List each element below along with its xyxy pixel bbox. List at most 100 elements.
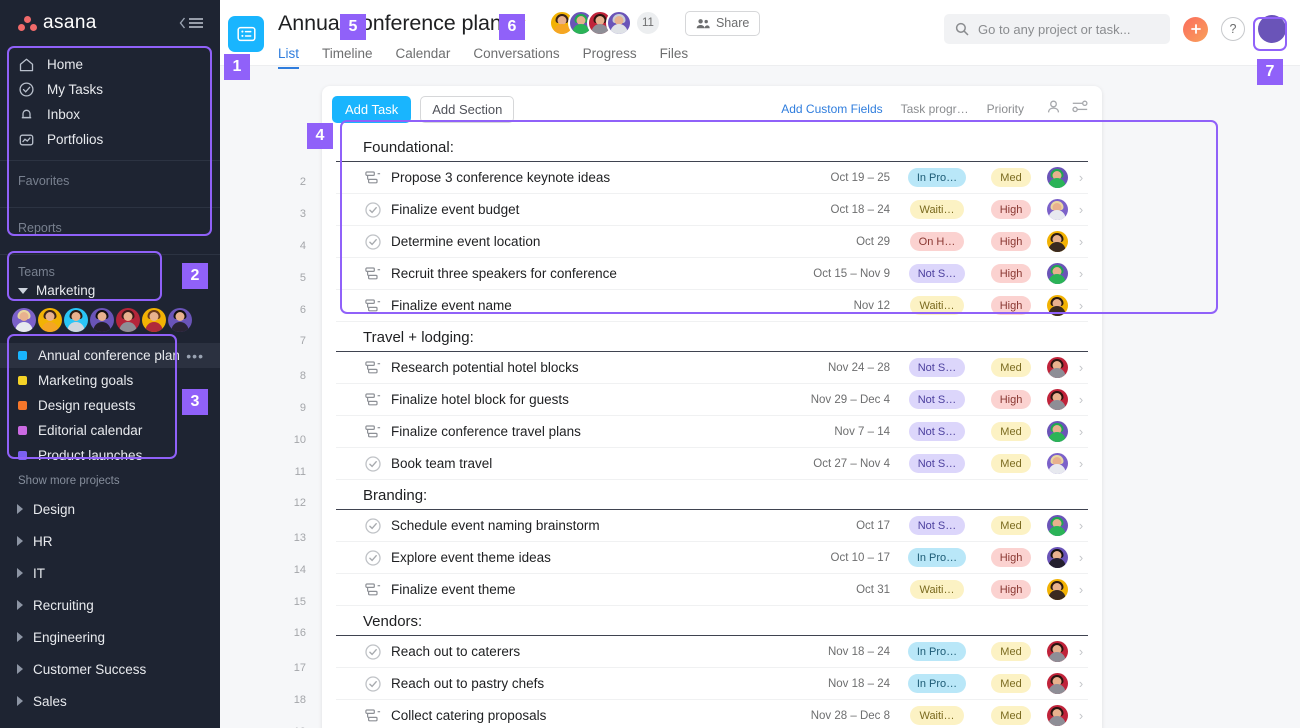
avatar[interactable] xyxy=(1046,421,1068,442)
section-header[interactable]: Foundational: xyxy=(336,132,1088,162)
task-due-date[interactable]: Nov 29 – Dec 4 xyxy=(811,394,890,406)
add-task-button[interactable]: Add Task xyxy=(332,95,412,123)
task-priority-cell[interactable]: Med xyxy=(982,516,1040,535)
task-status-cell[interactable]: Waiti… xyxy=(900,296,974,315)
task-status-cell[interactable]: In Pro… xyxy=(900,674,974,693)
check-circle-icon[interactable] xyxy=(363,200,383,220)
member-count-badge[interactable]: 11 xyxy=(634,10,661,36)
task-due-date[interactable]: Oct 29 xyxy=(856,236,890,248)
avatar[interactable] xyxy=(116,308,140,332)
chevron-right-icon[interactable]: › xyxy=(1074,550,1088,565)
ellipsis-icon[interactable]: ••• xyxy=(186,348,204,364)
avatar[interactable] xyxy=(1046,263,1068,284)
section-header[interactable]: Branding: xyxy=(336,480,1088,510)
avatar[interactable] xyxy=(64,308,88,332)
avatar[interactable] xyxy=(12,308,36,332)
add-section-button[interactable]: Add Section xyxy=(420,95,515,123)
task-status-cell[interactable]: In Pro… xyxy=(900,642,974,661)
add-custom-fields-link[interactable]: Add Custom Fields xyxy=(781,102,882,116)
task-priority-cell[interactable]: High xyxy=(982,548,1040,567)
task-assignee-cell[interactable] xyxy=(1040,295,1074,316)
avatar[interactable] xyxy=(1046,641,1068,662)
table-row[interactable]: Collect catering proposals Nov 28 – Dec 8… xyxy=(336,700,1088,728)
create-button[interactable] xyxy=(1183,16,1208,42)
avatar[interactable] xyxy=(1046,547,1068,568)
table-row[interactable]: Finalize conference travel plans Nov 7 – … xyxy=(336,416,1088,448)
chevron-right-icon[interactable]: › xyxy=(1074,170,1088,185)
chevron-right-icon[interactable]: › xyxy=(1074,582,1088,597)
chevron-right-icon[interactable]: › xyxy=(1074,360,1088,375)
task-due-date[interactable]: Nov 18 – 24 xyxy=(828,678,890,690)
task-due-date[interactable]: Nov 24 – 28 xyxy=(828,362,890,374)
task-priority-cell[interactable]: Med xyxy=(982,454,1040,473)
task-assignee-cell[interactable] xyxy=(1040,705,1074,726)
task-due-date[interactable]: Nov 28 – Dec 8 xyxy=(811,710,890,722)
task-due-date[interactable]: Oct 27 – Nov 4 xyxy=(813,458,890,470)
chevron-right-icon[interactable]: › xyxy=(1074,676,1088,691)
sidebar-project-product-launches[interactable]: Product launches xyxy=(0,443,220,468)
task-name[interactable]: Collect catering proposals xyxy=(391,708,811,723)
sidebar-item-inbox[interactable]: Inbox xyxy=(0,102,220,127)
chevron-right-icon[interactable]: › xyxy=(1074,202,1088,217)
subtask-icon[interactable] xyxy=(363,358,383,378)
task-due-date[interactable]: Nov 18 – 24 xyxy=(828,646,890,658)
task-assignee-cell[interactable] xyxy=(1040,579,1074,600)
task-assignee-cell[interactable] xyxy=(1040,167,1074,188)
check-circle-icon[interactable] xyxy=(363,642,383,662)
task-priority-cell[interactable]: Med xyxy=(982,422,1040,441)
check-circle-icon[interactable] xyxy=(363,516,383,536)
sidebar-team-hr[interactable]: HR xyxy=(0,525,220,557)
task-due-date[interactable]: Oct 31 xyxy=(856,584,890,596)
task-priority-cell[interactable]: High xyxy=(982,200,1040,219)
sidebar-project-editorial-calendar[interactable]: Editorial calendar xyxy=(0,418,220,443)
task-priority-cell[interactable]: Med xyxy=(982,674,1040,693)
subtask-icon[interactable] xyxy=(363,264,383,284)
check-circle-icon[interactable] xyxy=(363,674,383,694)
avatar[interactable] xyxy=(1046,705,1068,726)
table-row[interactable]: Research potential hotel blocks Nov 24 – … xyxy=(336,352,1088,384)
help-button[interactable]: ? xyxy=(1221,17,1245,41)
task-name[interactable]: Finalize event budget xyxy=(391,202,831,217)
task-priority-cell[interactable]: High xyxy=(982,232,1040,251)
share-button[interactable]: Share xyxy=(684,10,761,36)
show-more-projects-link[interactable]: Show more projects xyxy=(0,468,220,493)
sidebar-project-annual-conference-plan[interactable]: Annual conference plan ••• xyxy=(0,343,220,368)
chevron-right-icon[interactable]: › xyxy=(1074,298,1088,313)
task-status-cell[interactable]: Not S… xyxy=(900,264,974,283)
task-due-date[interactable]: Oct 19 – 25 xyxy=(831,172,890,184)
table-row[interactable]: Recruit three speakers for conference Oct… xyxy=(336,258,1088,290)
task-name[interactable]: Recruit three speakers for conference xyxy=(391,266,813,281)
task-assignee-cell[interactable] xyxy=(1040,641,1074,662)
avatar[interactable] xyxy=(1046,515,1068,536)
task-priority-cell[interactable]: High xyxy=(982,296,1040,315)
sidebar-team-design[interactable]: Design xyxy=(0,493,220,525)
sliders-filter-icon[interactable] xyxy=(1072,100,1088,118)
task-due-date[interactable]: Nov 12 xyxy=(854,300,890,312)
table-row[interactable]: Finalize hotel block for guests Nov 29 – … xyxy=(336,384,1088,416)
avatar[interactable] xyxy=(1046,231,1068,252)
task-priority-cell[interactable]: Med xyxy=(982,706,1040,725)
table-row[interactable]: Propose 3 conference keynote ideas Oct 19… xyxy=(336,162,1088,194)
task-due-date[interactable]: Nov 7 – 14 xyxy=(834,426,890,438)
section-header[interactable]: Travel + lodging: xyxy=(336,322,1088,352)
avatar[interactable] xyxy=(1046,579,1068,600)
sidebar-item-portfolios[interactable]: Portfolios xyxy=(0,127,220,152)
task-assignee-cell[interactable] xyxy=(1040,389,1074,410)
task-priority-cell[interactable]: Med xyxy=(982,358,1040,377)
task-assignee-cell[interactable] xyxy=(1040,453,1074,474)
table-row[interactable]: Finalize event theme Oct 31 Waiti… High › xyxy=(336,574,1088,606)
person-icon[interactable] xyxy=(1046,99,1061,119)
sidebar-team-engineering[interactable]: Engineering xyxy=(0,621,220,653)
sidebar-team-recruiting[interactable]: Recruiting xyxy=(0,589,220,621)
task-due-date[interactable]: Oct 17 xyxy=(856,520,890,532)
subtask-icon[interactable] xyxy=(363,580,383,600)
task-status-cell[interactable]: On H… xyxy=(900,232,974,251)
table-row[interactable]: Book team travel Oct 27 – Nov 4 Not S… Med › xyxy=(336,448,1088,480)
task-name[interactable]: Reach out to caterers xyxy=(391,644,828,659)
subtask-icon[interactable] xyxy=(363,296,383,316)
sidebar-team-sales[interactable]: Sales xyxy=(0,685,220,717)
table-row[interactable]: Reach out to caterers Nov 18 – 24 In Pro… M… xyxy=(336,636,1088,668)
task-name[interactable]: Finalize event theme xyxy=(391,582,856,597)
avatar[interactable] xyxy=(1046,389,1068,410)
sidebar-item-my-tasks[interactable]: My Tasks xyxy=(0,77,220,102)
